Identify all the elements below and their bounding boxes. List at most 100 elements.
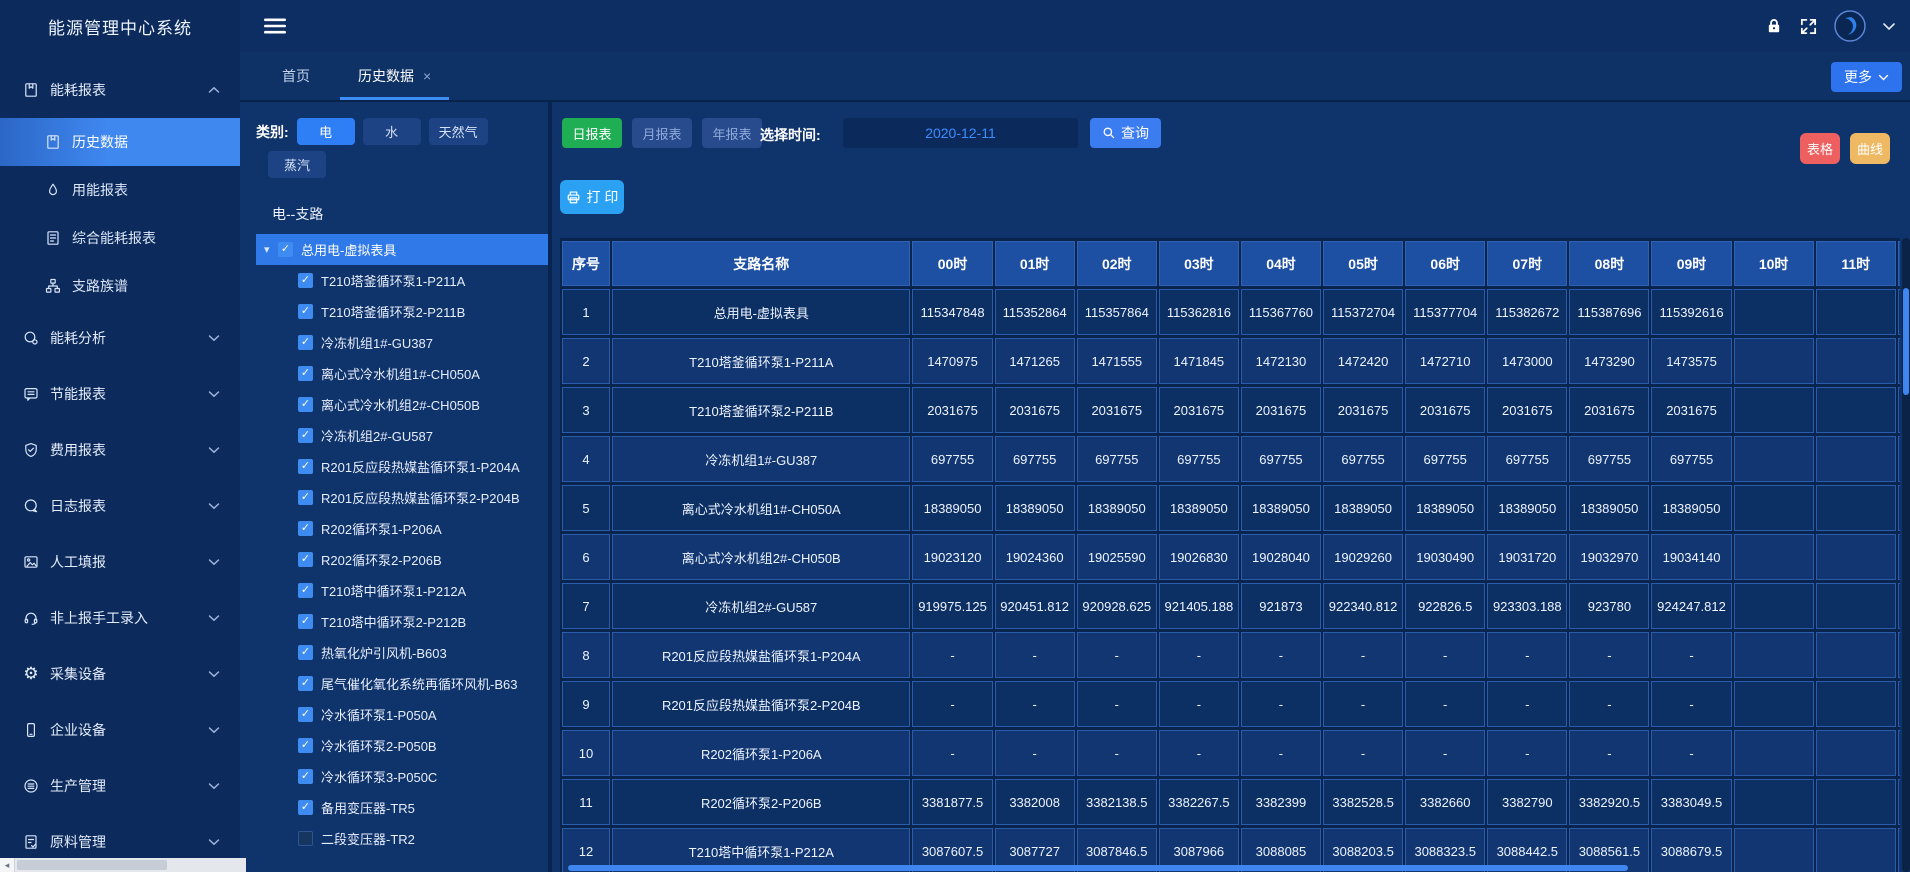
checkbox-checked-icon[interactable]: ✓ — [298, 490, 313, 505]
sidebar-item-manual-fill[interactable]: 人工填报 — [0, 534, 240, 590]
tree-item[interactable]: ✓T210塔中循环泵1-P212A — [240, 575, 548, 606]
checkbox-checked-icon[interactable]: ✓ — [298, 769, 313, 784]
sidebar-item-energy-analysis[interactable]: 能耗分析 — [0, 310, 240, 366]
value-cell: 697755 — [1323, 436, 1403, 482]
tree-item[interactable]: ✓R202循环泵1-P206A — [240, 513, 548, 544]
tree-item[interactable]: ✓备用变压器-TR5 — [240, 792, 548, 823]
scrollbar-thumb[interactable] — [17, 860, 167, 870]
tree-item[interactable]: ✓冷水循环泵3-P050C — [240, 761, 548, 792]
tree-item[interactable]: ✓R201反应段热媒盐循环泵1-P204A — [240, 451, 548, 482]
more-button[interactable]: 更多 — [1831, 62, 1902, 92]
print-button[interactable]: 打 印 — [560, 180, 624, 214]
tree-root-item[interactable]: ▾✓总用电-虚拟表具 — [256, 234, 548, 265]
checkbox-checked-icon[interactable]: ✓ — [298, 583, 313, 598]
tab-home[interactable]: 首页 — [258, 52, 334, 100]
sidebar-item-history-data[interactable]: 历史数据 — [0, 118, 240, 166]
sidebar-item-log-report[interactable]: 日志报表 — [0, 478, 240, 534]
tree-item[interactable]: ✓ T210塔釜循环泵2-P211B — [240, 296, 548, 327]
avatar[interactable] — [1834, 10, 1866, 42]
horizontal-scrollbar-thumb[interactable] — [568, 865, 1628, 871]
checkbox-checked-icon[interactable]: ✓ — [298, 397, 313, 412]
sidebar-item-production-mgmt[interactable]: 生产管理 — [0, 758, 240, 814]
date-input[interactable]: 2020-12-11 — [843, 118, 1078, 148]
sidebar-item-collection-device[interactable]: ⚙采集设备 — [0, 646, 240, 702]
report-type-button[interactable]: 日报表 — [562, 118, 622, 148]
checkbox-checked-icon[interactable]: ✓ — [298, 738, 313, 753]
checkbox-checked-icon[interactable]: ✓ — [298, 366, 313, 381]
value-cell: - — [1241, 730, 1321, 776]
value-cell: 18389050 — [1323, 485, 1403, 531]
value-cell: - — [1487, 632, 1567, 678]
value-cell: - — [995, 681, 1075, 727]
app-title: 能源管理中心系统 — [0, 0, 240, 52]
tab-history-data[interactable]: 历史数据× — [334, 52, 455, 100]
table-view-button[interactable]: 表格 — [1800, 133, 1840, 164]
hamburger-menu-icon[interactable] — [264, 18, 286, 34]
tree-item[interactable]: ✓离心式冷水机组2#-CH050B — [240, 389, 548, 420]
value-cell — [1816, 583, 1896, 629]
sidebar-item-enterprise-device[interactable]: 企业设备 — [0, 702, 240, 758]
value-cell: 115352864 — [995, 289, 1075, 335]
curve-view-button[interactable]: 曲线 — [1850, 133, 1890, 164]
checkbox-checked-icon[interactable]: ✓ — [298, 800, 313, 815]
chevron-down-icon[interactable] — [1882, 22, 1896, 31]
manual-entry-icon — [22, 609, 40, 627]
category-button[interactable]: 天然气 — [429, 118, 488, 145]
sidebar-item-energy-reports[interactable]: 能耗报表 — [0, 62, 240, 118]
sidebar-item-branch-genealogy[interactable]: 支路族谱 — [0, 262, 240, 310]
column-header: 序号 — [562, 241, 610, 286]
tree-item[interactable]: ✓冷冻机组1#-GU387 — [240, 327, 548, 358]
vertical-scrollbar[interactable] — [1902, 238, 1910, 872]
fullscreen-icon[interactable] — [1799, 17, 1818, 36]
value-cell: 697755 — [1241, 436, 1321, 482]
tree-item[interactable]: ✓R201反应段热媒盐循环泵2-P204B — [240, 482, 548, 513]
lock-icon[interactable] — [1765, 17, 1783, 35]
checkbox-checked-icon[interactable]: ✓ — [298, 552, 313, 567]
checkbox-checked-icon[interactable]: ✓ — [298, 428, 313, 443]
tree-item[interactable]: ✓二段变压器-TR2 — [240, 823, 548, 846]
tree-item[interactable]: ✓T210塔中循环泵2-P212B — [240, 606, 548, 637]
sidebar-horizontal-scrollbar[interactable]: ◂ — [0, 858, 246, 872]
tree-item[interactable]: ✓离心式冷水机组1#-CH050A — [240, 358, 548, 389]
report-type-button[interactable]: 月报表 — [632, 118, 692, 148]
tree-item[interactable]: ✓R202循环泵2-P206B — [240, 544, 548, 575]
value-cell: 2031675 — [1159, 387, 1239, 433]
checkbox-checked-icon[interactable]: ✓ — [298, 304, 313, 319]
checkbox-unchecked-icon[interactable]: ✓ — [298, 831, 313, 846]
checkbox-checked-icon[interactable]: ✓ — [298, 707, 313, 722]
category-button[interactable]: 蒸汽 — [268, 151, 326, 178]
checkbox-checked-icon[interactable]: ✓ — [298, 459, 313, 474]
sidebar-item-manual-entry[interactable]: 非上报手工录入 — [0, 590, 240, 646]
tree-item[interactable]: ✓尾气催化氧化系统再循环风机-B63 — [240, 668, 548, 699]
table-row: 10R202循环泵1-P206A---------- — [562, 730, 1900, 776]
caret-down-icon[interactable]: ▾ — [264, 243, 278, 256]
query-button[interactable]: 查询 — [1090, 118, 1161, 148]
sidebar-item-cost-report[interactable]: 费用报表 — [0, 422, 240, 478]
checkbox-checked-icon[interactable]: ✓ — [298, 521, 313, 536]
report-type-button[interactable]: 年报表 — [702, 118, 762, 148]
checkbox-checked-icon[interactable]: ✓ — [298, 645, 313, 660]
sidebar-item-energy-use-report[interactable]: 用能报表 — [0, 166, 240, 214]
tree-item-label: T210塔釜循环泵2-P211B — [321, 302, 465, 321]
checkbox-checked-icon[interactable]: ✓ — [298, 273, 313, 288]
sidebar-item-comprehensive-report[interactable]: 综合能耗报表 — [0, 214, 240, 262]
scroll-left-arrow-icon[interactable]: ◂ — [0, 858, 15, 872]
category-button[interactable]: 水 — [363, 118, 421, 145]
checkbox-checked-icon[interactable]: ✓ — [298, 676, 313, 691]
sidebar-item-label: 采集设备 — [50, 664, 106, 684]
category-button[interactable]: 电 — [297, 118, 355, 145]
tree-item[interactable]: ✓冷水循环泵2-P050B — [240, 730, 548, 761]
vertical-scrollbar-thumb[interactable] — [1903, 288, 1909, 395]
tree-item[interactable]: ✓T210塔釜循环泵1-P211A — [240, 265, 548, 296]
checkbox-checked-icon[interactable]: ✓ — [278, 242, 293, 257]
value-cell — [1816, 730, 1896, 776]
value-cell — [1816, 485, 1896, 531]
tree-item[interactable]: ✓冷冻机组2#-GU587 — [240, 420, 548, 451]
value-cell — [1734, 338, 1814, 384]
tree-item[interactable]: ✓冷水循环泵1-P050A — [240, 699, 548, 730]
close-icon[interactable]: × — [423, 68, 431, 84]
checkbox-checked-icon[interactable]: ✓ — [298, 614, 313, 629]
tree-item[interactable]: ✓热氧化炉引风机-B603 — [240, 637, 548, 668]
checkbox-checked-icon[interactable]: ✓ — [298, 335, 313, 350]
sidebar-item-energy-saving-report[interactable]: 节能报表 — [0, 366, 240, 422]
